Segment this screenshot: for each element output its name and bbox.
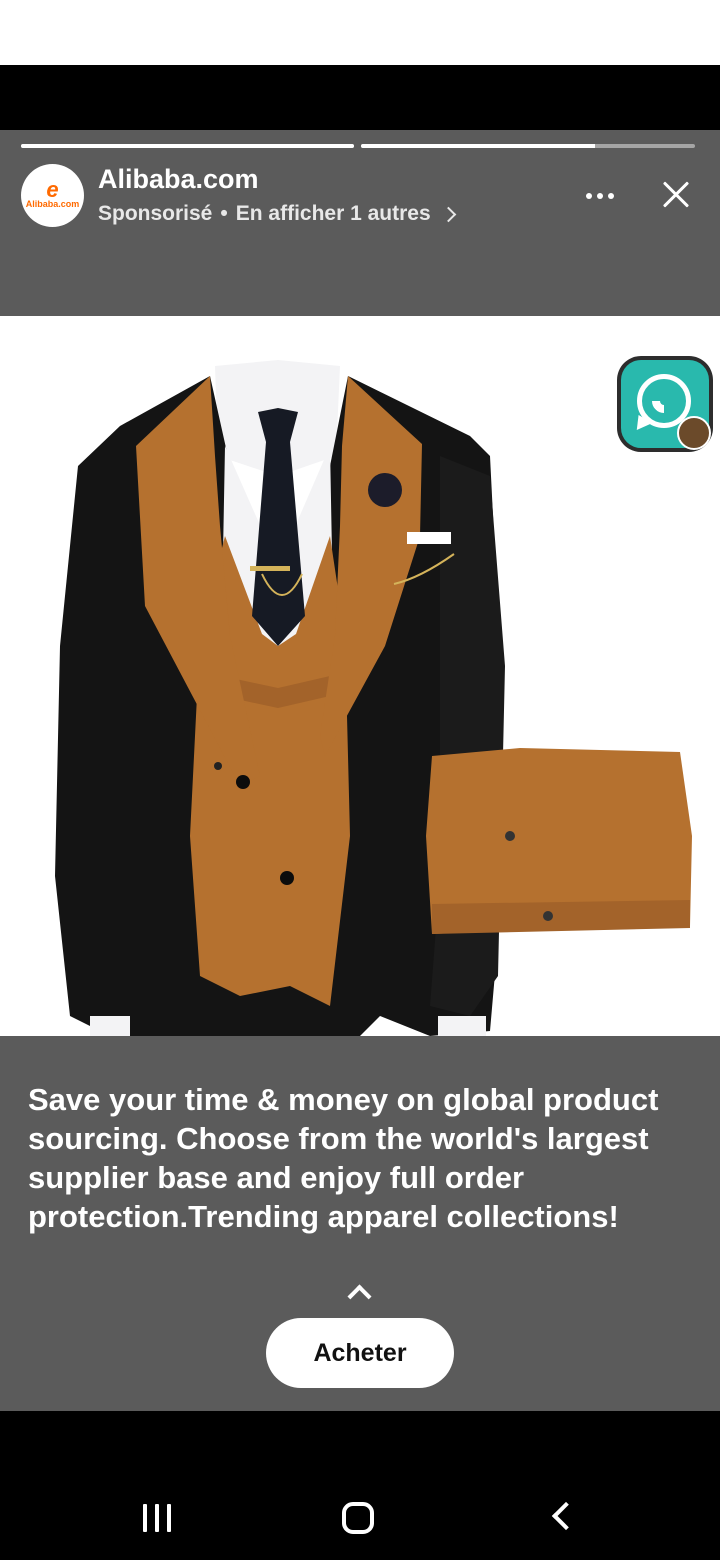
chevron-right-icon: [440, 206, 456, 223]
ad-caption: Save your time & money on global product…: [28, 1082, 659, 1234]
progress-fill: [21, 144, 354, 148]
ad-product-image[interactable]: [0, 316, 720, 1036]
progress-fill: [361, 144, 595, 148]
avatar-badge: [677, 416, 711, 450]
alibaba-logo-mark: e: [46, 177, 59, 202]
system-nav-bar: [0, 1411, 720, 1560]
separator-dot: •: [220, 202, 228, 225]
alibaba-logo-text: Alibaba.com: [25, 199, 80, 209]
back-icon[interactable]: [551, 1501, 581, 1531]
sponsored-line[interactable]: Sponsorisé • En afficher 1 autres: [98, 202, 456, 226]
chevron-up-icon[interactable]: [347, 1284, 372, 1309]
sponsored-label: Sponsorisé: [98, 202, 213, 225]
whatsapp-icon[interactable]: [617, 356, 713, 452]
close-icon[interactable]: [656, 175, 696, 215]
story-progress-segment-1: [21, 144, 354, 148]
advertiser-avatar[interactable]: e Alibaba.com: [21, 164, 84, 227]
story-progress-segment-2: [361, 144, 695, 148]
advertiser-name[interactable]: Alibaba.com: [98, 164, 259, 195]
suit-illustration: [55, 360, 692, 1036]
whatsapp-icon-background: [621, 360, 711, 450]
more-options-icon[interactable]: [580, 184, 620, 208]
buy-button[interactable]: Acheter: [266, 1318, 454, 1388]
status-bar: [0, 0, 720, 65]
home-icon[interactable]: [342, 1502, 374, 1534]
recent-apps-icon[interactable]: [143, 1504, 171, 1532]
story-viewer: e Alibaba.com Alibaba.com Sponsorisé • E…: [0, 130, 720, 1411]
more-ads-link[interactable]: En afficher 1 autres: [236, 202, 431, 226]
top-black-band: [0, 65, 720, 130]
